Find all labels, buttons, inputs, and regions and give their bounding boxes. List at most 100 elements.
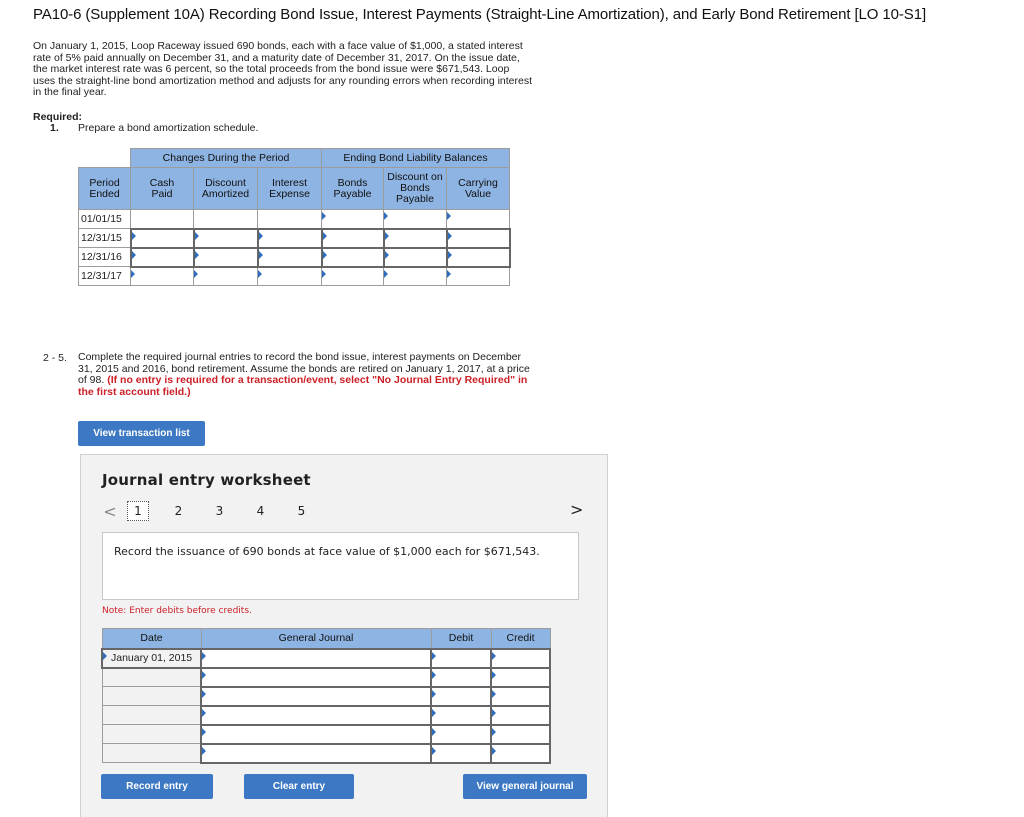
journal-entry-table: Date General Journal Debit Credit Januar…: [101, 628, 551, 764]
carrying-value-input[interactable]: [445, 227, 511, 249]
account-select[interactable]: [200, 723, 432, 745]
changes-during-period-header: Changes During the Period: [130, 148, 322, 168]
cash-paid-header: Cash Paid: [130, 167, 194, 210]
worksheet-pager: < 1 2 3 4 5: [101, 501, 322, 521]
worksheet-title: Journal entry worksheet: [102, 471, 311, 489]
journal-row: [101, 685, 551, 707]
credit-input[interactable]: [490, 647, 551, 669]
requirement-number: 1.: [50, 122, 59, 134]
period-ended-header: Period Ended: [78, 167, 131, 210]
discount-amortized-input[interactable]: [192, 227, 259, 249]
problem-statement: On January 1, 2015, Loop Raceway issued …: [33, 40, 533, 98]
view-general-journal-button[interactable]: View general journal: [463, 774, 587, 799]
page-tab-1[interactable]: 1: [127, 501, 149, 521]
account-select[interactable]: [200, 647, 432, 669]
discount-on-bonds-input[interactable]: [382, 227, 448, 249]
date-cell: [101, 705, 202, 725]
account-select[interactable]: [200, 704, 432, 726]
carrying-value-input[interactable]: [446, 209, 510, 229]
discount-amortized-input[interactable]: [193, 266, 258, 286]
debit-input[interactable]: [430, 647, 492, 669]
journal-row: [101, 666, 551, 688]
bonds-payable-input[interactable]: [320, 227, 385, 249]
page-tab-5[interactable]: 5: [281, 504, 322, 518]
discount-amortized-header: Discount Amortized: [193, 167, 258, 210]
credit-input[interactable]: [490, 685, 551, 707]
bonds-payable-input[interactable]: [321, 266, 384, 286]
clear-entry-button[interactable]: Clear entry: [244, 774, 354, 799]
bonds-payable-input[interactable]: [320, 246, 385, 268]
interest-expense-input[interactable]: [257, 266, 322, 286]
part2-red-instruction: (If no entry is required for a transacti…: [78, 374, 528, 398]
interest-expense-input[interactable]: [256, 246, 323, 268]
ending-balances-header: Ending Bond Liability Balances: [321, 148, 510, 168]
journal-row: January 01, 2015: [101, 647, 551, 669]
date-cell: [101, 743, 202, 763]
credit-header: Credit: [490, 628, 551, 649]
credit-input[interactable]: [490, 723, 551, 745]
bond-amortization-table: Changes During the Period Ending Bond Li…: [78, 148, 511, 286]
interest-expense-header: Interest Expense: [257, 167, 322, 210]
page-title: PA10-6 (Supplement 10A) Recording Bond I…: [33, 6, 927, 23]
carrying-value-input[interactable]: [445, 246, 511, 268]
bonds-payable-input[interactable]: [321, 209, 384, 229]
page-tab-4[interactable]: 4: [240, 504, 281, 518]
credit-input[interactable]: [490, 704, 551, 726]
blank-header-cell: [79, 149, 131, 168]
part2-number: 2 - 5.: [43, 352, 67, 364]
transaction-prompt: Record the issuance of 690 bonds at face…: [102, 532, 579, 600]
interest-expense-input[interactable]: [256, 227, 323, 249]
date-header: Date: [101, 628, 202, 649]
cash-paid-input[interactable]: [130, 266, 194, 286]
table-row: 12/31/16: [78, 246, 511, 268]
credit-input[interactable]: [490, 666, 551, 688]
journal-entry-worksheet: Journal entry worksheet < 1 2 3 4 5 > Re…: [80, 454, 608, 817]
period-cell: 12/31/15: [78, 228, 131, 248]
period-cell: 01/01/15: [78, 209, 131, 229]
discount-on-bonds-input[interactable]: [382, 246, 448, 268]
journal-row: [101, 723, 551, 745]
debit-input[interactable]: [430, 742, 492, 764]
date-cell: [101, 686, 202, 706]
bonds-payable-header: Bonds Payable: [321, 167, 384, 210]
date-cell: [101, 667, 202, 687]
page-tab-3[interactable]: 3: [199, 504, 240, 518]
debit-input[interactable]: [430, 704, 492, 726]
cash-paid-input[interactable]: [129, 227, 195, 249]
cash-paid-cell: [130, 209, 194, 229]
date-cell: [101, 724, 202, 744]
prev-page-icon[interactable]: <: [101, 502, 119, 521]
period-cell: 12/31/17: [78, 266, 131, 286]
debit-input[interactable]: [430, 685, 492, 707]
date-select[interactable]: January 01, 2015: [101, 647, 202, 669]
debit-input[interactable]: [430, 666, 492, 688]
account-select[interactable]: [200, 666, 432, 688]
credit-input[interactable]: [490, 742, 551, 764]
debits-credits-note: Note: Enter debits before credits.: [102, 606, 252, 616]
discount-on-bonds-input[interactable]: [383, 209, 447, 229]
period-cell: 12/31/16: [78, 247, 131, 267]
account-select[interactable]: [200, 742, 432, 764]
account-select[interactable]: [200, 685, 432, 707]
carrying-value-input[interactable]: [446, 266, 510, 286]
view-transaction-list-button[interactable]: View transaction list: [78, 421, 205, 446]
table-row: 12/31/17: [78, 266, 510, 286]
general-journal-header: General Journal: [200, 628, 432, 649]
carrying-value-header: Carrying Value: [446, 167, 510, 210]
debit-input[interactable]: [430, 723, 492, 745]
table-row: 01/01/15: [78, 209, 510, 229]
discount-amortized-input[interactable]: [192, 246, 259, 268]
requirement-text: Prepare a bond amortization schedule.: [78, 122, 259, 134]
table-row: 12/31/15: [78, 227, 511, 249]
discount-on-bonds-input[interactable]: [383, 266, 447, 286]
interest-expense-cell: [257, 209, 322, 229]
discount-amortized-cell: [193, 209, 258, 229]
next-page-icon[interactable]: >: [570, 500, 583, 519]
page-tab-2[interactable]: 2: [158, 504, 199, 518]
journal-row: [101, 704, 551, 726]
cash-paid-input[interactable]: [129, 246, 195, 268]
debit-header: Debit: [430, 628, 492, 649]
record-entry-button[interactable]: Record entry: [101, 774, 213, 799]
journal-row: [101, 742, 551, 764]
part2-instructions: Complete the required journal entries to…: [78, 351, 538, 398]
